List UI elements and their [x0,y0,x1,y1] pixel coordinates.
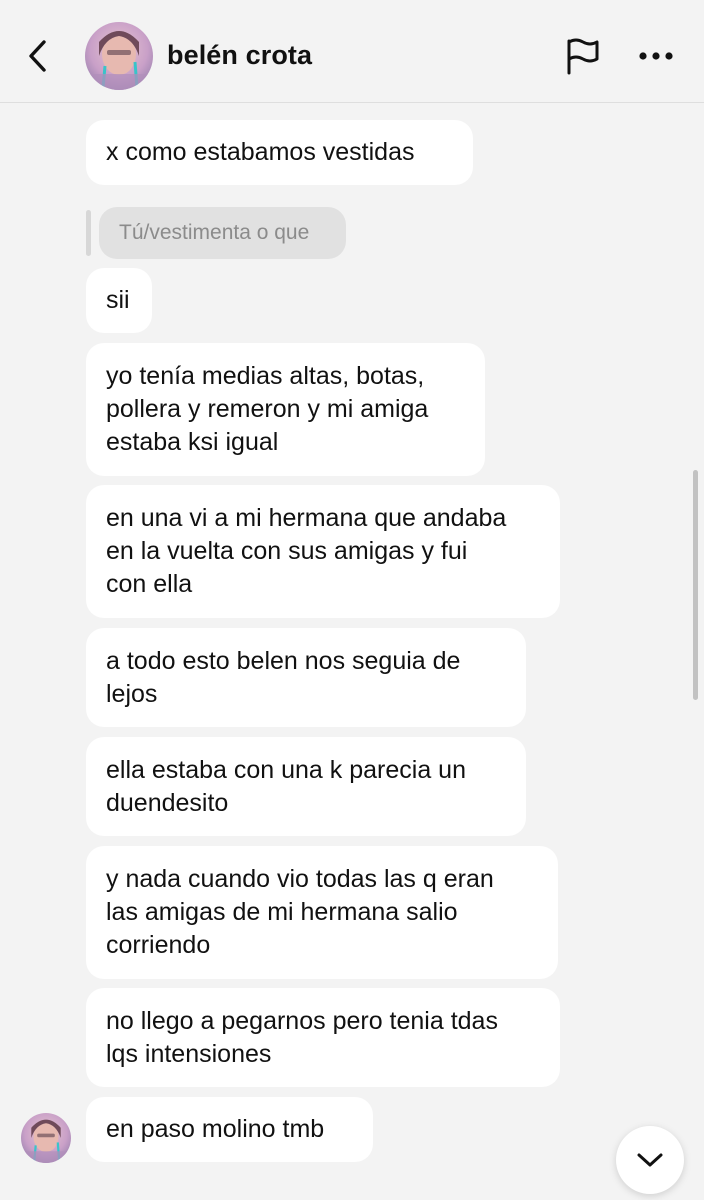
contact-avatar[interactable] [85,22,153,90]
message-bubble[interactable]: y nada cuando vio todas las q eran las a… [86,846,558,979]
reply-quote-text: Tú/vestimenta o que [119,221,310,244]
message-text: en una vi a mi hermana que andaba en la … [106,504,507,598]
message-text: no llego a pegarnos pero tenia tdas lqs … [106,1006,498,1068]
contact-name[interactable]: belén crota [167,40,312,71]
scroll-to-bottom-button[interactable] [616,1126,684,1194]
message-bubble[interactable]: en una vi a mi hermana que andaba en la … [86,485,560,618]
chevron-left-icon [29,40,46,72]
message-text: y nada cuando vio todas las q eran las a… [106,865,494,959]
message-bubble[interactable]: en paso molino tmb [86,1097,373,1162]
more-horizontal-icon [639,52,673,60]
message-bubble[interactable]: ella estaba con una k parecia un duendes… [86,737,526,836]
more-options-button[interactable] [634,36,678,76]
back-button[interactable] [18,36,58,76]
message-text: sii [106,286,130,314]
flag-icon [567,38,599,75]
message-text: a todo esto belen nos seguia de lejos [106,646,461,708]
reply-indicator-bar [86,210,91,256]
report-button[interactable] [560,34,604,78]
message-text: ella estaba con una k parecia un duendes… [106,755,466,817]
message-text: x como estabamos vestidas [106,138,415,166]
chevron-down-icon [637,1153,663,1167]
message-bubble[interactable]: no llego a pegarnos pero tenia tdas lqs … [86,988,560,1087]
message-bubble[interactable]: yo tenía medias altas, botas, pollera y … [86,343,485,476]
message-text: yo tenía medias altas, botas, pollera y … [106,362,429,456]
scrollbar[interactable] [693,470,698,700]
chat-header: belén crota [0,0,704,103]
message-bubble[interactable]: sii [86,268,152,333]
message-bubble[interactable]: a todo esto belen nos seguia de lejos [86,628,526,727]
message-bubble[interactable]: x como estabamos vestidas [86,120,473,185]
reply-quote[interactable]: Tú/vestimenta o que [99,207,346,259]
sender-avatar[interactable] [21,1113,71,1163]
message-text: en paso molino tmb [106,1115,325,1143]
